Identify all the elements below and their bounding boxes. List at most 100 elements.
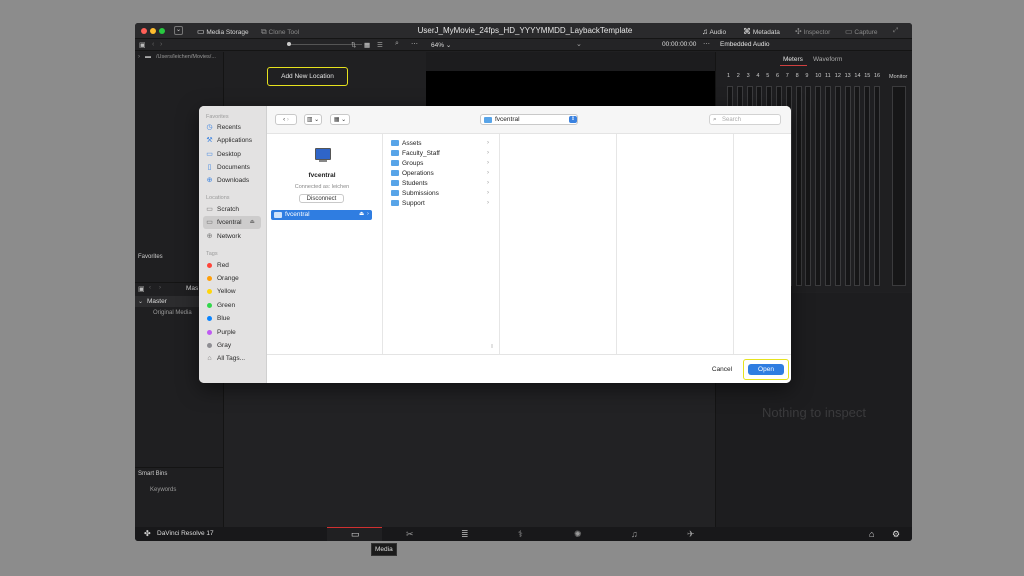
settings-gear-icon[interactable]: ⚙: [892, 529, 900, 540]
forward-icon[interactable]: ›: [287, 117, 289, 123]
location-popup[interactable]: fvcentral ⇕: [480, 114, 578, 125]
collapse-icon[interactable]: ⌄: [174, 26, 183, 35]
page-cut-icon[interactable]: ✂: [406, 529, 414, 540]
search-field[interactable]: ⌕ Search: [709, 114, 781, 125]
folder-row[interactable]: Faculty_Staff ›: [384, 148, 494, 158]
channel-meter: [844, 86, 851, 286]
channel-meter: [834, 86, 841, 286]
channel-label: 3: [746, 73, 750, 79]
sidebar-tag-item[interactable]: Green: [206, 299, 235, 311]
search-icon[interactable]: ⌕: [395, 40, 399, 48]
grid-view-icon[interactable]: ▦: [364, 41, 370, 49]
sidebar-item-all-tags[interactable]: ⌂ All Tags...: [206, 352, 245, 364]
sidebar-item-recents[interactable]: ◷ Recents: [206, 121, 240, 133]
add-new-location-button[interactable]: Add New Location: [267, 67, 348, 86]
sidebar-item-applications[interactable]: ⚒ Applications: [206, 134, 252, 146]
folder-row[interactable]: Operations ›: [384, 168, 494, 178]
channel-label: 16: [874, 73, 881, 79]
folder-row[interactable]: Assets ›: [384, 138, 494, 148]
selected-share-row[interactable]: fvcentral ⏏ ›: [271, 210, 372, 220]
viewer-options-icon[interactable]: ⌄: [576, 40, 582, 48]
chevron-right-icon: ›: [487, 170, 489, 176]
sidebar-tag-item[interactable]: Gray: [206, 339, 231, 351]
open-button[interactable]: Open: [748, 364, 784, 375]
sidebar-tag-item[interactable]: Red: [206, 259, 229, 271]
folder-name: Assets: [402, 139, 422, 147]
eject-icon[interactable]: ⏏: [250, 219, 255, 225]
columns-icon: ▥: [306, 117, 313, 123]
page-bar: ✤ DaVinci Resolve 17: [135, 527, 912, 541]
column-resize-handle[interactable]: ‖: [491, 344, 493, 350]
download-icon: ⊕: [206, 176, 213, 184]
fullscreen-icon[interactable]: ⤢: [893, 27, 898, 35]
tab-waveform[interactable]: Waveform: [813, 56, 842, 63]
sidebar-item-label: Yellow: [217, 288, 236, 296]
folder-row[interactable]: Students ›: [384, 178, 494, 188]
bin-sidebar-toggle-icon[interactable]: ▣: [138, 285, 145, 293]
sidebar-tag-item[interactable]: Blue: [206, 313, 230, 325]
page-fairlight-icon[interactable]: ♫: [631, 529, 638, 539]
channel-meter: [854, 86, 861, 286]
tab-meters[interactable]: Meters: [783, 56, 803, 63]
sidebar-item-scratch[interactable]: ▭ Scratch: [206, 203, 239, 215]
cancel-button[interactable]: Cancel: [707, 364, 737, 375]
bin-back-icon[interactable]: ‹: [149, 285, 151, 291]
more-options-icon[interactable]: ⋯: [411, 40, 418, 48]
tab-capture[interactable]: ▭ Capture: [845, 27, 878, 36]
sidebar-tag-item[interactable]: Yellow: [206, 286, 236, 298]
page-media-icon[interactable]: ▭: [351, 529, 360, 540]
zoom-dropdown[interactable]: 64% ⌄: [431, 41, 451, 49]
home-icon[interactable]: ⌂: [869, 529, 874, 539]
disconnect-button[interactable]: Disconnect: [299, 194, 344, 203]
slider-knob[interactable]: [287, 42, 291, 46]
column-view-button[interactable]: ▥ ⌄: [304, 114, 322, 125]
sidebar-item-desktop[interactable]: ▭ Desktop: [206, 148, 241, 160]
list-view-icon[interactable]: ☰: [377, 41, 383, 49]
sidebar-item-network[interactable]: ⊕ Network: [206, 230, 241, 242]
channel-meter: [795, 86, 802, 286]
folder-row[interactable]: Submissions ›: [384, 188, 494, 198]
sort-icon[interactable]: ⇅: [351, 41, 356, 49]
disclosure-icon[interactable]: ⌄: [138, 298, 143, 305]
page-deliver-icon[interactable]: ✈: [687, 529, 695, 540]
storage-path[interactable]: /Users/leichen/Movies/...: [156, 54, 216, 60]
viewer-more-icon[interactable]: ⋯: [703, 40, 710, 48]
monitor-label: Monitor: [889, 74, 908, 80]
zoom-value: 64%: [431, 42, 445, 49]
tab-clone-tool[interactable]: ⧉ Clone Tool: [261, 27, 299, 37]
bin-forward-icon[interactable]: ›: [159, 285, 161, 291]
close-window-button[interactable]: [141, 28, 147, 34]
minimize-window-button[interactable]: [150, 28, 156, 34]
tab-audio[interactable]: ♫ Audio: [702, 27, 726, 36]
sidebar-toggle-icon[interactable]: ▣: [139, 41, 146, 49]
smart-bin-keywords[interactable]: Keywords: [150, 487, 176, 493]
sidebar-item-label: Gray: [217, 341, 232, 349]
folder-row[interactable]: Support ›: [384, 198, 494, 208]
sidebar-item-downloads[interactable]: ⊕ Downloads: [206, 174, 250, 186]
forward-icon[interactable]: ›: [160, 41, 162, 48]
page-color-icon[interactable]: ✺: [574, 529, 582, 540]
page-fusion-icon[interactable]: ⚕: [518, 529, 523, 540]
folder-row[interactable]: Groups ›: [384, 158, 494, 168]
eject-icon[interactable]: ⏏: [359, 211, 364, 217]
bin-original-media[interactable]: Original Media: [153, 310, 192, 316]
sidebar-item-label: Applications: [217, 136, 253, 144]
channel-label: 4: [756, 73, 760, 79]
sidebar-item-fvcentral[interactable]: ▭ fvcentral ⏏: [206, 216, 255, 228]
group-button[interactable]: ▦ ⌄: [330, 114, 350, 125]
desktop-icon: ▭: [206, 150, 213, 158]
page-edit-icon[interactable]: ≣: [461, 529, 469, 540]
server-icon: ▭: [206, 218, 213, 226]
tab-inspector[interactable]: ✣ Inspector: [795, 27, 830, 36]
sidebar-tag-item[interactable]: Purple: [206, 326, 236, 338]
active-tab-indicator: [780, 65, 807, 66]
zoom-window-button[interactable]: [159, 28, 165, 34]
back-icon[interactable]: ‹: [152, 41, 154, 48]
sidebar-item-documents[interactable]: ▯ Documents: [206, 161, 250, 173]
tab-label: Inspector: [803, 29, 831, 36]
sidebar-tag-item[interactable]: Orange: [206, 272, 239, 284]
expand-icon[interactable]: ›: [138, 54, 140, 60]
tab-metadata[interactable]: ⌘ Metadata: [743, 27, 780, 36]
tab-media-storage[interactable]: ▭ Media Storage: [197, 27, 249, 36]
back-icon[interactable]: ‹: [283, 117, 285, 123]
